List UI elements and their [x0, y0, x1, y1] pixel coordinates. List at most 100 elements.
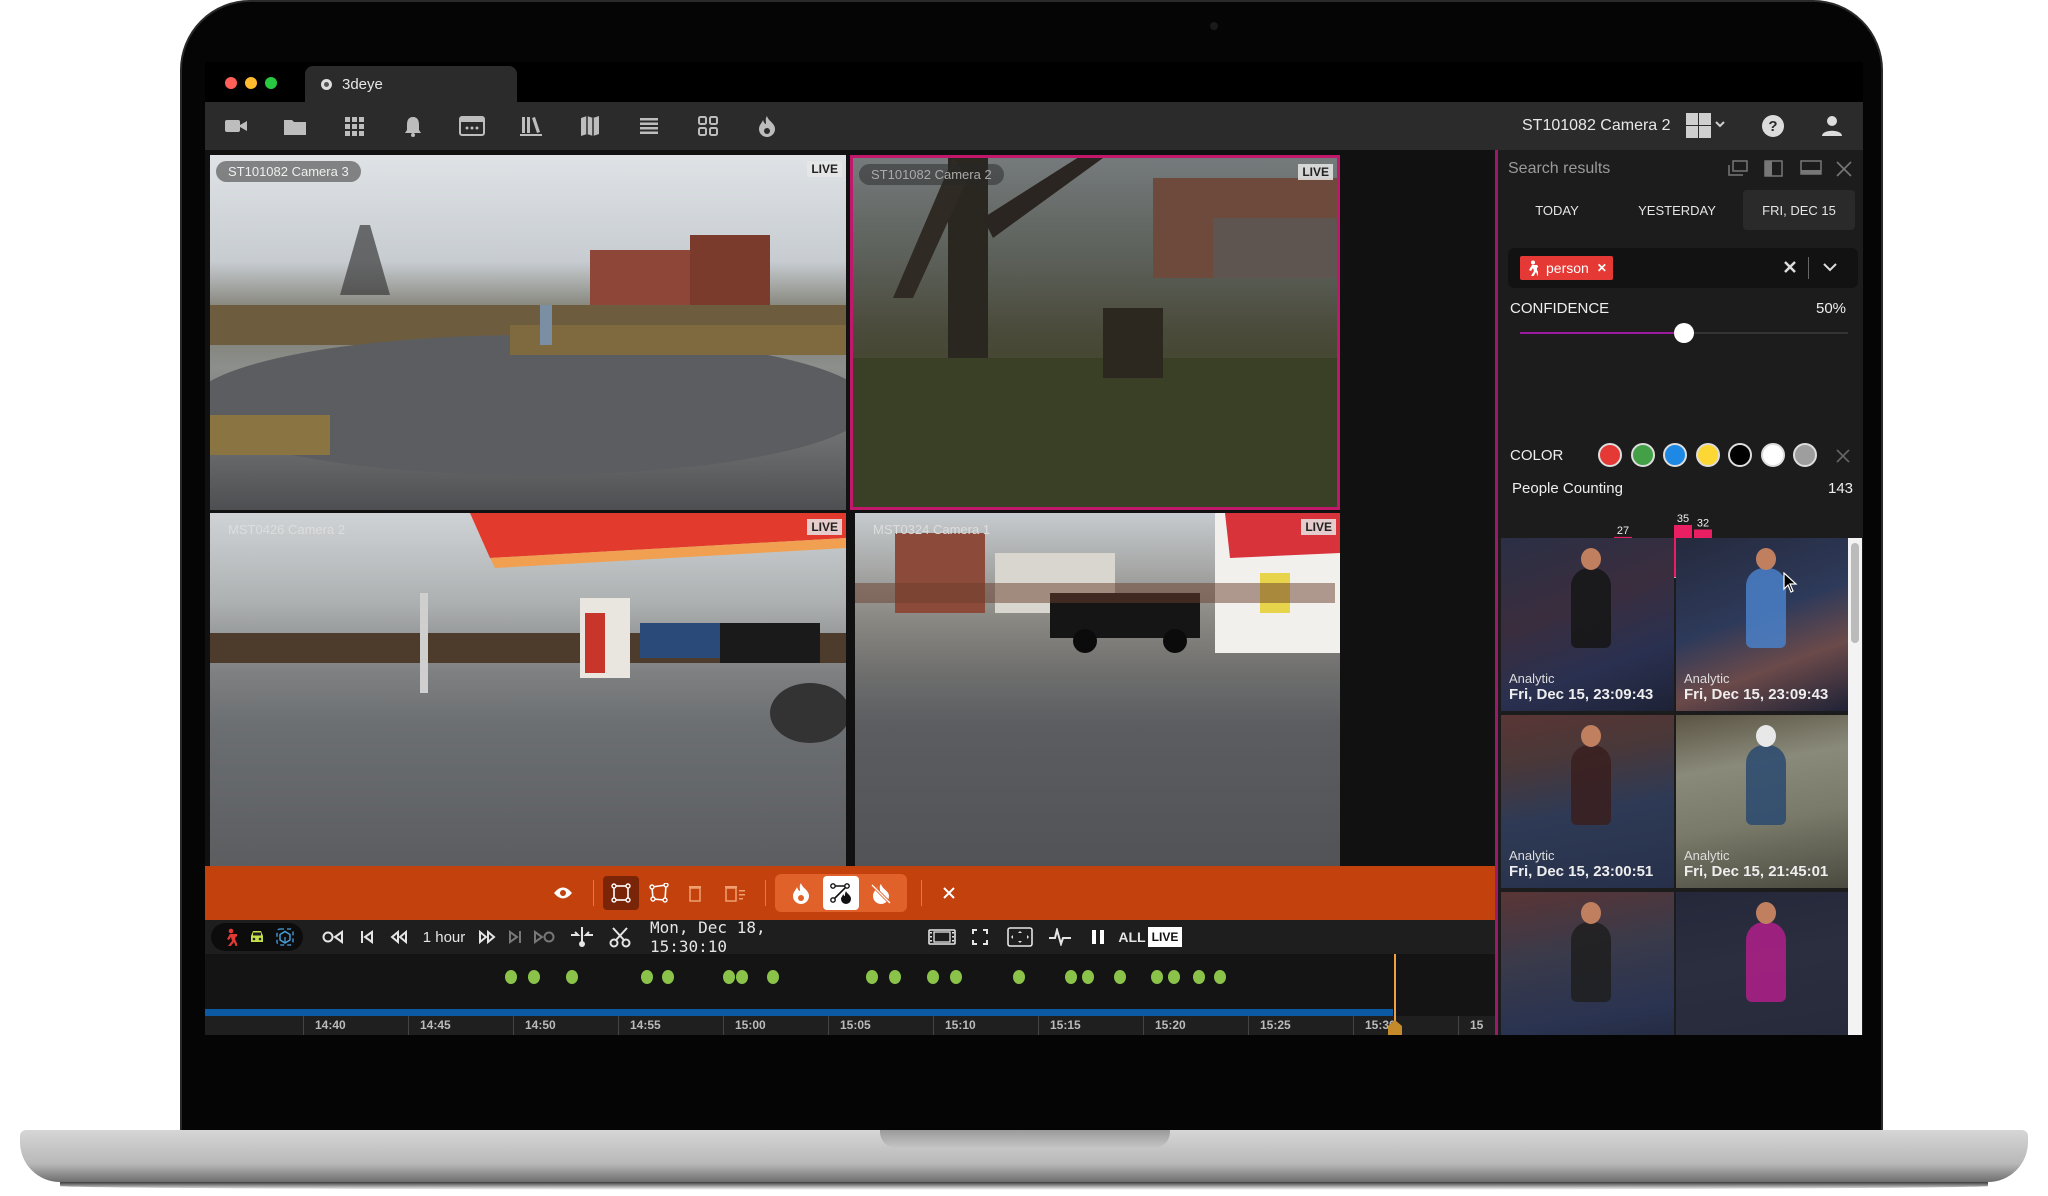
event-marker[interactable]	[1082, 970, 1095, 984]
confidence-slider[interactable]	[1520, 323, 1848, 343]
event-marker[interactable]	[1151, 970, 1164, 984]
result-thumbnail[interactable]: Analytic Fri, Dec 15, 23:09:43	[1676, 538, 1849, 711]
playhead-line[interactable]	[1394, 954, 1396, 1024]
list-icon[interactable]	[636, 114, 662, 138]
result-thumbnail[interactable]	[1501, 892, 1674, 1035]
event-marker[interactable]	[723, 970, 735, 984]
color-swatch[interactable]	[1630, 443, 1655, 467]
color-swatch[interactable]	[1760, 443, 1785, 467]
event-marker[interactable]	[767, 970, 780, 984]
fire-icon[interactable]	[783, 876, 819, 910]
layout-selector[interactable]	[1685, 102, 1729, 150]
panel-dock-bottom-icon[interactable]	[1800, 160, 1822, 178]
event-marker[interactable]	[1065, 970, 1078, 984]
delete-all-icon[interactable]	[717, 876, 753, 910]
fire-icon[interactable]	[754, 114, 780, 138]
jump-to-end-icon[interactable]	[531, 920, 557, 954]
draw-polygon-icon[interactable]	[641, 876, 677, 910]
grid-apps-icon[interactable]	[341, 114, 367, 138]
filmstrip-icon[interactable]	[925, 920, 959, 954]
draw-rectangle-icon[interactable]	[603, 876, 639, 910]
all-button[interactable]: ALL	[1117, 920, 1147, 954]
vehicle-filter-icon[interactable]	[245, 920, 269, 954]
object-filter-input[interactable]: person ✕	[1508, 248, 1858, 288]
tab-yesterday[interactable]: YESTERDAY	[1621, 190, 1733, 230]
skip-previous-icon[interactable]	[355, 920, 379, 954]
event-marker[interactable]	[926, 970, 939, 984]
remove-chip-icon[interactable]: ✕	[1597, 261, 1607, 275]
bell-icon[interactable]	[400, 114, 426, 138]
event-marker[interactable]	[888, 970, 901, 984]
event-marker[interactable]	[735, 970, 748, 984]
results-scrollbar[interactable]	[1848, 538, 1862, 1035]
event-marker[interactable]	[662, 970, 675, 984]
playback-datetime[interactable]: Mon, Dec 18, 15:30:10	[650, 918, 840, 956]
camera-tile-3[interactable]: MST0426 Camera 2 LIVE	[210, 513, 846, 866]
rewind-icon[interactable]	[387, 920, 411, 954]
eye-icon[interactable]	[545, 876, 581, 910]
library-icon[interactable]	[518, 114, 544, 138]
map-icon[interactable]	[577, 114, 603, 138]
layout-grid-icon[interactable]	[695, 114, 721, 138]
fast-forward-icon[interactable]	[475, 920, 499, 954]
chevron-down-icon[interactable]	[1822, 262, 1838, 272]
tab-fri-dec-15[interactable]: FRI, DEC 15	[1743, 190, 1855, 230]
camera-tile-2[interactable]: ST101082 Camera 2 LIVE	[850, 155, 1340, 510]
camera-tile-1[interactable]: ST101082 Camera 3 LIVE	[210, 155, 846, 510]
browser-tab[interactable]: 3deye	[305, 66, 517, 102]
delete-icon[interactable]	[677, 876, 713, 910]
color-swatch[interactable]	[1695, 443, 1720, 467]
person-filter-icon[interactable]	[219, 920, 241, 954]
pause-button[interactable]	[1083, 920, 1113, 954]
timeline[interactable]: 14:40 14:45 14:50 14:55 15:00 15:05 15:10 15:15…	[205, 954, 1495, 1035]
event-marker[interactable]	[949, 970, 962, 984]
event-marker[interactable]	[1012, 970, 1025, 984]
close-panel-icon[interactable]	[1836, 161, 1852, 177]
jump-to-start-icon[interactable]	[320, 920, 346, 954]
step-interval-selector[interactable]: 1 hour	[415, 920, 473, 954]
event-marker[interactable]	[527, 970, 540, 984]
tab-today[interactable]: TODAY	[1501, 190, 1613, 230]
fire-zone-icon[interactable]	[823, 876, 859, 910]
event-marker[interactable]	[1193, 970, 1206, 984]
result-thumbnail[interactable]: Analytic Fri, Dec 15, 21:45:01	[1676, 715, 1849, 888]
event-marker[interactable]	[865, 970, 878, 984]
fit-to-screen-icon[interactable]	[1003, 920, 1037, 954]
clip-scissors-icon[interactable]	[605, 920, 635, 954]
color-swatch[interactable]	[1793, 443, 1817, 467]
clear-filter-icon[interactable]	[1783, 260, 1797, 274]
scroll-thumb[interactable]	[1851, 543, 1859, 643]
help-button[interactable]: ?	[1761, 102, 1785, 150]
close-analytics-button[interactable]	[931, 876, 967, 910]
object-filter-icon[interactable]	[273, 920, 297, 954]
close-window-button[interactable]	[225, 77, 237, 89]
clear-colors-icon[interactable]	[1836, 449, 1850, 463]
event-marker[interactable]	[1214, 970, 1227, 984]
color-swatch[interactable]	[1663, 443, 1687, 467]
result-thumbnail[interactable]: Analytic Fri, Dec 15, 23:00:51	[1501, 715, 1674, 888]
color-swatch[interactable]	[1728, 443, 1752, 467]
calendar-icon[interactable]	[459, 114, 485, 138]
sync-timeline-icon[interactable]	[567, 920, 597, 954]
fire-off-icon[interactable]	[863, 876, 899, 910]
camera-tile-4[interactable]: MST0324 Camera 1 LIVE	[855, 513, 1340, 866]
skip-next-icon[interactable]	[503, 920, 527, 954]
activity-graph-icon[interactable]	[1045, 920, 1075, 954]
folder-icon[interactable]	[282, 114, 308, 138]
color-swatch[interactable]	[1598, 443, 1622, 467]
result-thumbnail[interactable]: Analytic Fri, Dec 15, 23:09:43	[1501, 538, 1674, 711]
video-camera-icon[interactable]	[223, 114, 249, 138]
event-marker[interactable]	[1113, 970, 1126, 984]
panel-undock-icon[interactable]	[1728, 160, 1748, 178]
panel-dock-left-icon[interactable]	[1764, 160, 1784, 178]
result-thumbnail[interactable]	[1676, 892, 1849, 1035]
live-button[interactable]: LIVE	[1148, 927, 1182, 947]
event-marker[interactable]	[565, 970, 578, 984]
filter-chip-person[interactable]: person ✕	[1520, 256, 1613, 280]
user-menu-button[interactable]	[1821, 102, 1843, 150]
event-marker[interactable]	[504, 970, 517, 984]
event-marker[interactable]	[641, 970, 654, 984]
maximize-window-button[interactable]	[265, 77, 277, 89]
event-marker[interactable]	[1168, 970, 1181, 984]
slider-thumb[interactable]	[1674, 323, 1694, 343]
